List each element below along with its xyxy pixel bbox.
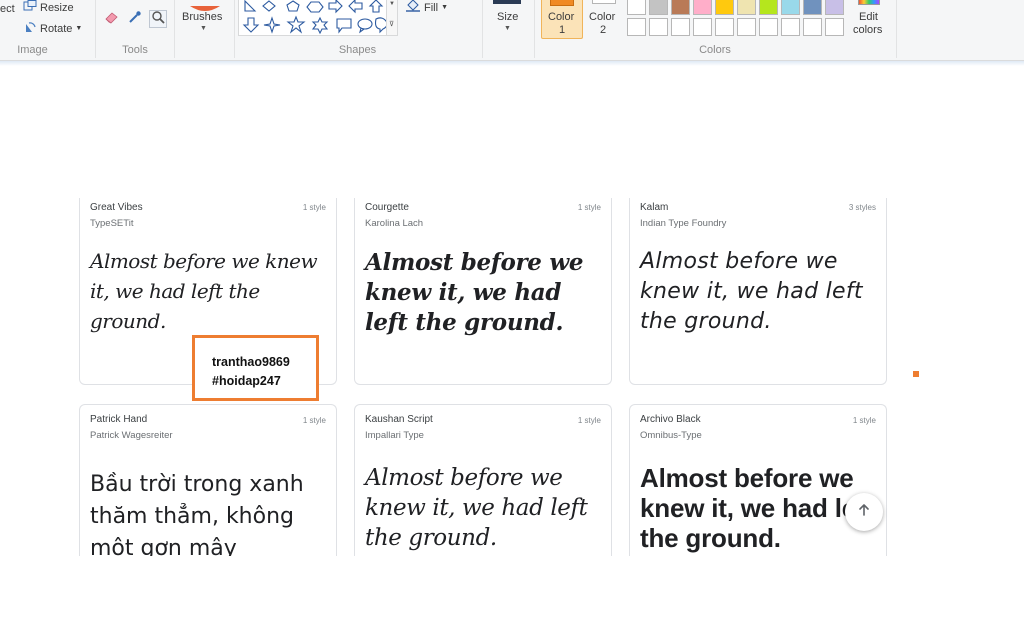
color-picker-button[interactable]	[126, 10, 144, 28]
resize-button[interactable]: Resize	[23, 0, 74, 15]
group-separator	[896, 0, 897, 58]
font-style-count: 1 style	[302, 416, 326, 425]
font-sample-text: Bầu trời trong xanh thăm thẳm, không một…	[90, 472, 304, 556]
scroll-to-top-button[interactable]	[845, 493, 883, 531]
eraser-button[interactable]	[103, 10, 121, 28]
color1-swatch	[550, 0, 574, 6]
fill-icon	[405, 0, 421, 15]
chevron-down-icon: ▼	[389, 1, 395, 7]
chevron-down-icon: ▼	[504, 25, 511, 32]
font-designer: TypeSETit	[90, 218, 134, 229]
arrow-up-icon	[857, 503, 871, 522]
brushes-button[interactable]: Brushes ▼	[178, 0, 232, 40]
magnifier-icon	[151, 10, 165, 29]
palette-swatch[interactable]	[627, 0, 646, 15]
palette-custom-swatch[interactable]	[825, 18, 844, 36]
font-sample-text: Almost before we knew it, we had left th…	[640, 249, 863, 334]
font-designer: Karolina Lach	[365, 218, 424, 229]
font-sample-text: Almost before we knew it, we had left th…	[640, 463, 873, 553]
palette-swatch[interactable]	[803, 0, 822, 15]
shapes-scrollbar[interactable]: ▼ ⊽	[386, 0, 398, 36]
orange-mark	[913, 371, 919, 377]
font-designer: Omnibus-Type	[640, 430, 702, 441]
font-style-count: 1 style	[577, 416, 601, 425]
edit-colors-icon	[858, 0, 880, 5]
paint-ribbon: ect Resize Rotate ▼ Image Tools Brushes …	[0, 0, 1024, 61]
chevron-down-icon: ▼	[75, 25, 83, 32]
color-picker-icon	[128, 10, 142, 29]
palette-custom-swatch[interactable]	[781, 18, 800, 36]
watermark-username: tranthao9869	[212, 355, 290, 369]
palette-custom-swatch[interactable]	[803, 18, 822, 36]
watermark-box: tranthao9869 #hoidap247	[192, 335, 319, 401]
palette-swatch[interactable]	[671, 0, 690, 15]
palette-swatch[interactable]	[649, 0, 668, 15]
palette-swatch[interactable]	[825, 0, 844, 15]
palette-custom-swatch[interactable]	[627, 18, 646, 36]
palette-custom-swatch[interactable]	[715, 18, 734, 36]
palette-custom-swatch[interactable]	[737, 18, 756, 36]
font-card-patrick-hand[interactable]: Patrick Hand Patrick Wagesreiter 1 style…	[79, 404, 337, 556]
font-name: Kalam	[640, 202, 669, 213]
watermark-hashtag: #hoidap247	[212, 374, 281, 388]
font-name: Kaushan Script	[365, 414, 433, 425]
group-separator	[95, 0, 96, 58]
font-name: Archivo Black	[640, 414, 701, 425]
chevron-down-icon: ▼	[441, 4, 448, 11]
size-preview-icon	[493, 0, 521, 4]
font-style-count: 1 style	[302, 203, 326, 212]
color2-button[interactable]: Color 2	[586, 0, 622, 40]
font-style-count: 1 style	[577, 203, 601, 212]
fill-button[interactable]: Fill ▼	[405, 0, 448, 15]
palette-swatch[interactable]	[737, 0, 756, 15]
font-name: Courgette	[365, 202, 409, 213]
palette-custom-swatch[interactable]	[693, 18, 712, 36]
image-group-label: Image	[17, 44, 48, 56]
font-name: Patrick Hand	[90, 414, 148, 425]
font-designer: Impallari Type	[365, 430, 424, 441]
group-separator	[174, 0, 175, 58]
palette-swatch[interactable]	[693, 0, 712, 15]
font-name: Great Vibes	[90, 202, 143, 213]
eraser-icon	[104, 10, 120, 29]
palette-swatch[interactable]	[781, 0, 800, 15]
font-card-archivo-black[interactable]: Archivo Black Omnibus-Type 1 style Almos…	[629, 404, 887, 556]
palette-custom-swatch[interactable]	[759, 18, 778, 36]
shapes-gallery[interactable]	[238, 0, 388, 36]
shapes-group-label: Shapes	[338, 44, 377, 56]
font-card-courgette[interactable]: Courgette Karolina Lach 1 style Almost b…	[354, 198, 612, 385]
font-designer: Patrick Wagesreiter	[90, 430, 173, 441]
expand-icon: ⊽	[389, 21, 395, 28]
palette-custom-swatch[interactable]	[649, 18, 668, 36]
font-style-count: 1 style	[852, 416, 876, 425]
palette-swatch[interactable]	[715, 0, 734, 15]
select-button[interactable]: ect	[0, 3, 15, 15]
resize-icon	[23, 0, 37, 15]
size-button[interactable]: Size ▼	[488, 0, 528, 40]
rotate-icon	[23, 20, 37, 37]
palette-swatch[interactable]	[759, 0, 778, 15]
tools-group-label: Tools	[122, 44, 148, 56]
font-card-kaushan-script[interactable]: Kaushan Script Impallari Type 1 style Al…	[354, 404, 612, 556]
palette-custom-swatch[interactable]	[671, 18, 690, 36]
font-style-count: 3 styles	[848, 203, 876, 212]
magnifier-button[interactable]	[149, 10, 167, 28]
font-sample-text: Almost before we knew it, we had left th…	[365, 249, 584, 336]
group-separator	[482, 0, 483, 58]
font-sample-text: Almost before we knew it, we had left th…	[365, 465, 588, 551]
group-separator	[534, 0, 535, 58]
color1-button[interactable]: Color 1	[541, 0, 583, 39]
chevron-down-icon: ▼	[200, 25, 207, 32]
color2-swatch	[592, 0, 616, 4]
group-separator	[234, 0, 235, 58]
font-designer: Indian Type Foundry	[640, 218, 727, 229]
rotate-button[interactable]: Rotate ▼	[23, 20, 82, 37]
font-sample-text: Almost before we knew it, we had left th…	[90, 249, 318, 333]
edit-colors-button[interactable]: Edit colors	[850, 0, 890, 40]
colors-group-label: Colors	[699, 44, 731, 56]
font-card-kalam[interactable]: Kalam Indian Type Foundry 3 styles Almos…	[629, 198, 887, 385]
